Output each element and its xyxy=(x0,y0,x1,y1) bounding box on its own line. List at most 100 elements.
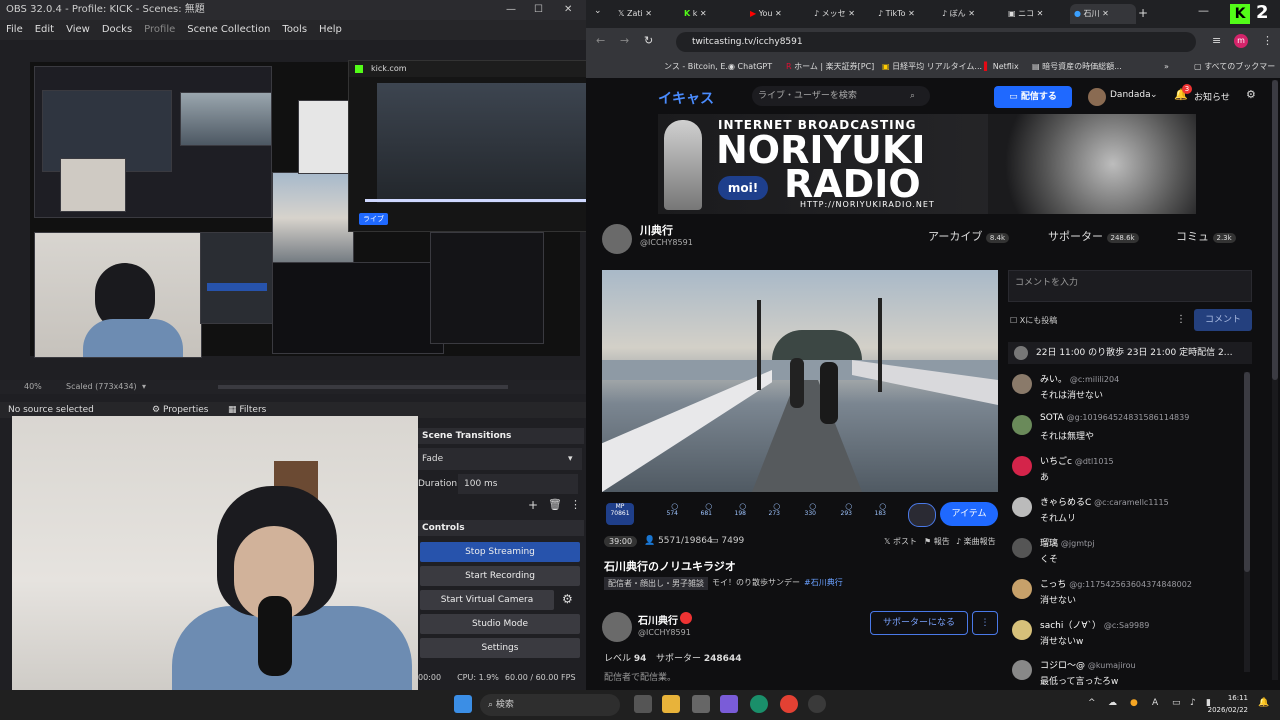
item-slot[interactable]: ◯ 273 xyxy=(750,503,780,525)
menu-edit[interactable]: Edit xyxy=(35,20,54,40)
menu-help[interactable]: Help xyxy=(319,20,342,40)
tab-niconico[interactable]: ▣ ニコ ✕ xyxy=(1008,4,1043,24)
bookmark-item[interactable]: ▌ Netflix xyxy=(984,56,1019,78)
hashtag-link[interactable]: #石川典行 xyxy=(804,577,843,588)
more-options-icon[interactable]: ⋮ xyxy=(570,498,581,511)
tab-tiktok-message[interactable]: ♪ メッセ ✕ xyxy=(814,4,855,24)
item-slot[interactable]: ◯ 293 xyxy=(822,503,852,525)
menu-profile[interactable]: Profile xyxy=(144,20,175,40)
forward-icon[interactable]: → xyxy=(620,34,629,47)
comment-options-icon[interactable]: ⋮ xyxy=(1176,314,1186,325)
post-to-x-checkbox[interactable]: ☐ Xにも投稿 xyxy=(1010,315,1057,326)
clock-date[interactable]: 2026/02/22 xyxy=(1206,706,1248,714)
comment-author[interactable]: きゃらめるC @c:caramellc1115 xyxy=(1040,495,1169,508)
tab-x[interactable]: 𝕏 Zati ✕ xyxy=(618,4,652,24)
owner-avatar[interactable] xyxy=(602,612,632,642)
comment-item[interactable]: いちごc @dtl1015 あ xyxy=(1012,454,1248,494)
profile-avatar[interactable]: m xyxy=(1234,34,1248,48)
comment-avatar[interactable] xyxy=(1012,660,1032,680)
live-tag[interactable]: 配信者・顔出し・男子雑談 xyxy=(604,577,708,590)
mic-icon[interactable]: ● xyxy=(1130,698,1138,708)
file-explorer-icon[interactable] xyxy=(662,695,680,713)
stop-streaming-button[interactable]: Stop Streaming xyxy=(420,542,580,562)
scale-dropdown-icon[interactable]: ▾ xyxy=(142,380,146,394)
tab-tiktok[interactable]: ♪ TikTo ✕ xyxy=(878,4,915,24)
add-transition-icon[interactable]: + xyxy=(528,498,538,512)
comment-input[interactable]: コメントを入力 xyxy=(1008,270,1252,302)
windows-start-icon[interactable] xyxy=(454,695,472,713)
item-slot[interactable]: ◯ 198 xyxy=(716,503,746,525)
task-view-icon[interactable] xyxy=(634,695,652,713)
comment-item[interactable]: きゃらめるC @c:caramellc1115 それムリ xyxy=(1012,495,1248,535)
site-logo[interactable]: イキャス xyxy=(658,88,714,108)
owner-name[interactable]: 石川典行 xyxy=(638,612,678,627)
minimize-icon[interactable]: — xyxy=(506,0,516,20)
comment-item[interactable]: こっち @g:117542563604374848002 消せない xyxy=(1012,577,1248,617)
trash-icon[interactable]: 🗑 xyxy=(548,498,562,511)
chrome-icon[interactable] xyxy=(780,695,798,713)
menu-scene-collection[interactable]: Scene Collection xyxy=(187,20,270,40)
bookmark-item[interactable]: ▣ 日経平均 リアルタイム... xyxy=(882,56,982,78)
browser-menu-icon[interactable]: ⋮ xyxy=(1262,34,1273,47)
item-selected[interactable] xyxy=(908,503,936,527)
pinned-comment[interactable]: 22日 11:00 のり散歩 23日 21:00 定時配信 2… xyxy=(1008,342,1252,364)
item-slot[interactable]: ◯ 330 xyxy=(786,503,816,525)
clock-time[interactable]: 16:11 xyxy=(1218,694,1248,702)
bookmarks-overflow-icon[interactable]: » xyxy=(1164,56,1169,78)
settings-button[interactable]: Settings xyxy=(420,638,580,658)
bookmark-item[interactable]: R ホーム | 楽天証券[PC] xyxy=(786,56,874,78)
comment-item[interactable]: sachi（ノ∀`） @c:Sa9989 消せないw xyxy=(1012,618,1248,658)
comment-submit-button[interactable]: コメント xyxy=(1194,309,1252,331)
maximize-icon[interactable]: ☐ xyxy=(534,0,543,20)
duration-input[interactable]: 100 ms xyxy=(458,474,578,494)
comment-author[interactable]: SOTA @g:101964524831586114839 xyxy=(1040,413,1189,423)
live-video-player[interactable] xyxy=(602,270,998,492)
copilot-icon[interactable] xyxy=(720,695,738,713)
user-avatar[interactable] xyxy=(1088,88,1106,106)
tab-kick[interactable]: K k ✕ xyxy=(684,4,707,24)
comment-avatar[interactable] xyxy=(1012,374,1032,394)
nav-community[interactable]: コミュ 2.3k xyxy=(1176,228,1236,244)
extensions-icon[interactable]: ≡ xyxy=(1212,34,1221,47)
back-icon[interactable]: ← xyxy=(596,34,605,47)
virtual-camera-gear-icon[interactable]: ⚙ xyxy=(562,592,573,606)
tab-list-icon[interactable]: ⌄ xyxy=(594,6,602,16)
menu-tools[interactable]: Tools xyxy=(282,20,307,40)
comment-avatar[interactable] xyxy=(1012,456,1032,476)
comment-author[interactable]: sachi（ノ∀`） @c:Sa9989 xyxy=(1040,618,1149,631)
network-icon[interactable]: ▭ xyxy=(1172,698,1181,708)
studio-mode-button[interactable]: Studio Mode xyxy=(420,614,580,634)
comment-item[interactable]: みい。 @c:milili204 それは消せない xyxy=(1012,372,1248,412)
cloud-icon[interactable]: ☁ xyxy=(1108,698,1117,708)
store-icon[interactable] xyxy=(692,695,710,713)
item-slot[interactable]: ◯ 681 xyxy=(682,503,712,525)
comment-item[interactable]: SOTA @g:101964524831586114839 それは無理や xyxy=(1012,413,1248,453)
new-tab-icon[interactable]: + xyxy=(1138,6,1148,20)
menu-docks[interactable]: Docks xyxy=(102,20,132,40)
address-bar[interactable]: twitcasting.tv/icchy8591 xyxy=(676,32,1196,52)
report-button[interactable]: ⚑ 報告 xyxy=(924,536,950,547)
broadcast-button[interactable]: ▭ 配信する xyxy=(994,86,1072,108)
supporter-button[interactable]: サポーターになる xyxy=(870,611,968,635)
x-post-button[interactable]: 𝕏 ポスト xyxy=(884,536,917,547)
comment-avatar[interactable] xyxy=(1012,497,1032,517)
close-icon[interactable]: ✕ xyxy=(564,0,572,20)
comment-avatar[interactable] xyxy=(1012,579,1032,599)
channel-name[interactable]: 川典行 xyxy=(640,222,673,238)
start-virtual-camera-button[interactable]: Start Virtual Camera xyxy=(420,590,554,610)
tab-youtube[interactable]: ▶ You ✕ xyxy=(750,4,782,24)
music-report-button[interactable]: ♪ 楽曲報告 xyxy=(956,536,996,547)
menu-file[interactable]: File xyxy=(6,20,23,40)
user-dropdown-icon[interactable]: ⌄ xyxy=(1150,90,1158,100)
taskbar-search[interactable]: ⌕ 検索 xyxy=(480,694,620,716)
owner-more-icon[interactable]: ⋮ xyxy=(972,611,998,635)
nav-supporter[interactable]: サポーター 248.6k xyxy=(1048,228,1139,244)
volume-icon[interactable]: ♪ xyxy=(1190,698,1196,708)
menu-view[interactable]: View xyxy=(66,20,90,40)
tab-twitcasting-active[interactable]: ● 石川 ✕ xyxy=(1070,4,1136,24)
settings-icon[interactable]: ⚙ xyxy=(1246,88,1256,101)
item-slot[interactable]: ◯ 183 xyxy=(856,503,886,525)
comment-author[interactable]: コジロ〜@ @kumajirou xyxy=(1040,658,1136,671)
edge-icon[interactable] xyxy=(750,695,768,713)
notice-label[interactable]: お知らせ xyxy=(1194,90,1230,103)
